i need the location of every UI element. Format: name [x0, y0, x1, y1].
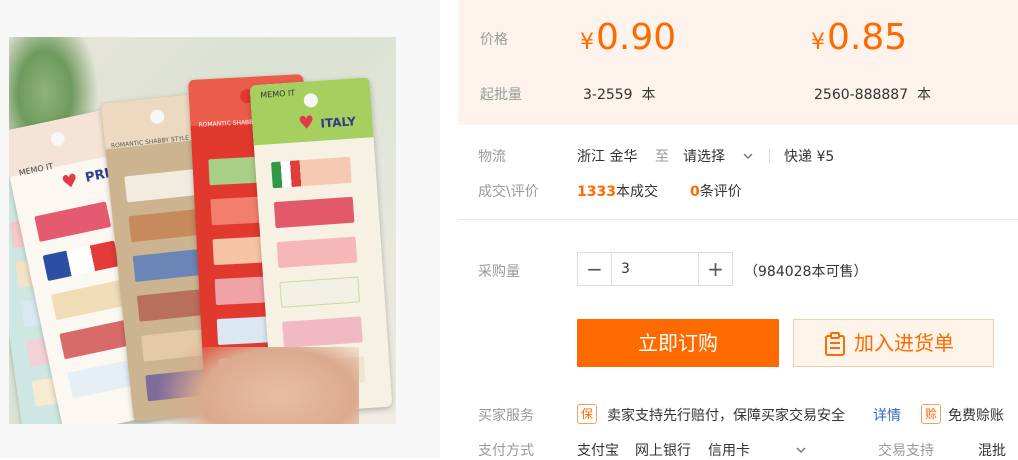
price-tier-2: ¥0.85 — [811, 18, 907, 63]
reviews-count: 0 — [690, 184, 700, 200]
quantity-stepper: − + — [577, 252, 733, 286]
range-1-value: 3-2559 — [583, 87, 633, 103]
deals-count-block[interactable]: 1333本成交 — [577, 181, 658, 201]
credit-badge-icon: 赊 — [921, 404, 941, 424]
payment-method-credit: 信用卡 — [708, 443, 750, 459]
quantity-input[interactable] — [613, 253, 698, 285]
increment-button[interactable]: + — [698, 253, 732, 285]
heart-icon: ♥ — [59, 169, 81, 194]
logistics-to: 至 — [655, 149, 669, 165]
range-2-unit: 本 — [917, 87, 932, 103]
product-image[interactable]: MEMO IT ♥ PRI ROMANTIC SHABBY STYLE ROMA… — [9, 37, 396, 424]
trade-support-label: 交易支持 — [878, 443, 934, 459]
range-2: 2560-888887 本 — [814, 84, 931, 104]
shipping-method-name: 快递 — [784, 149, 812, 165]
range-1-unit: 本 — [641, 87, 656, 103]
payment-method-netbank: 网上银行 — [635, 443, 691, 459]
decrement-button[interactable]: − — [578, 253, 612, 285]
purchase-panel: 价格 ¥0.90 ¥0.85 起批量 3-2559 本 2560-888887 … — [458, 0, 1018, 459]
price-value-1: 0.90 — [596, 17, 677, 58]
payment-method-alipay: 支付宝 — [577, 443, 619, 459]
price-label: 价格 — [480, 32, 508, 48]
clipboard-icon — [825, 332, 845, 356]
reviews-text: 条评价 — [699, 184, 742, 200]
logistics-label: 物流 — [478, 149, 506, 165]
destination-select[interactable]: 请选择 — [683, 146, 725, 166]
currency-symbol: ¥ — [811, 30, 825, 55]
range-1: 3-2559 本 — [583, 84, 656, 104]
buy-now-button[interactable]: 立即订购 — [577, 319, 779, 367]
logistics-origin: 浙江 金华 — [577, 149, 638, 165]
currency-symbol: ¥ — [580, 30, 594, 55]
heart-icon: ♥ — [297, 112, 316, 135]
shipping-fee: ¥5 — [816, 149, 835, 165]
card-label-text: ITALY — [319, 114, 357, 131]
price-value-2: 0.85 — [827, 17, 908, 58]
available-stock: （984028本可售） — [744, 264, 868, 280]
divider — [769, 149, 770, 163]
chevron-down-icon[interactable] — [796, 445, 806, 455]
price-tier-1: ¥0.90 — [580, 18, 676, 63]
details-link[interactable]: 详情 — [873, 405, 901, 425]
trade-label: 成交\评价 — [478, 184, 539, 200]
add-to-cart-label: 加入进货单 — [854, 331, 954, 355]
moq-label: 起批量 — [480, 87, 522, 103]
trade-support-value: 混批 — [978, 443, 1006, 459]
add-to-cart-button[interactable]: 加入进货单 — [793, 319, 994, 367]
deals-text: 本成交 — [615, 184, 658, 200]
payment-label: 支付方式 — [478, 443, 534, 459]
price-box: 价格 ¥0.90 ¥0.85 起批量 3-2559 本 2560-888887 … — [458, 0, 1018, 125]
deals-count: 1333 — [577, 184, 616, 200]
hand — [159, 347, 359, 424]
gallery-panel: MEMO IT ♥ PRI ROMANTIC SHABBY STYLE ROMA… — [0, 0, 440, 458]
quantity-label: 采购量 — [478, 264, 520, 280]
credit-text: 免费赊账 — [948, 408, 1004, 424]
range-2-value: 2560-888887 — [814, 87, 909, 103]
guarantee-badge-icon: 保 — [577, 404, 597, 424]
services-label: 买家服务 — [478, 408, 534, 424]
section-divider — [458, 219, 1018, 220]
guarantee-text: 卖家支持先行赔付，保障买家交易安全 — [607, 408, 845, 424]
shipping-method: 快递 ¥5 — [784, 146, 834, 166]
reviews-count-block[interactable]: 0条评价 — [690, 181, 742, 201]
chevron-down-icon[interactable] — [743, 151, 753, 161]
